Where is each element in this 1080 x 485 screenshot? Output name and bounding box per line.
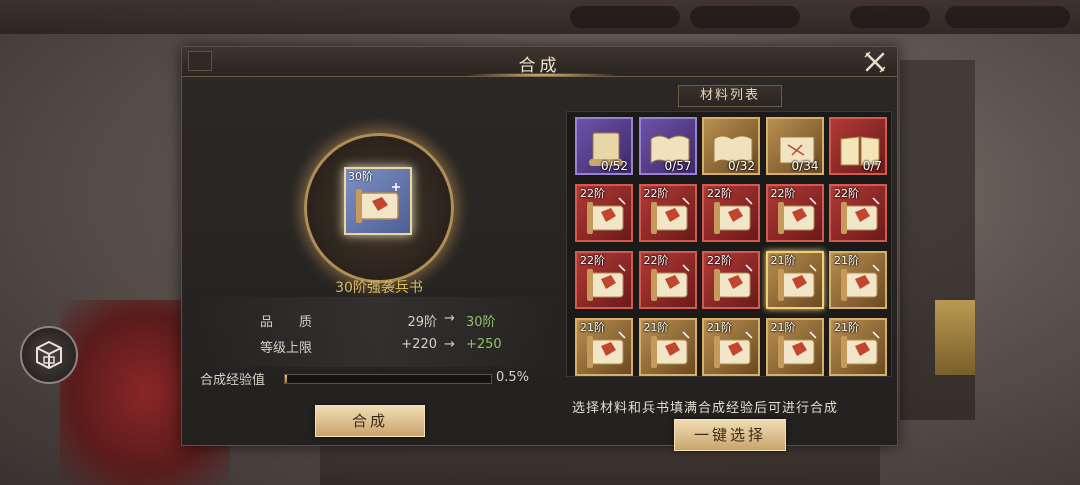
compose-hint: 选择材料和兵书填满合成经验后可进行合成 [572, 401, 839, 416]
material-tier: 21阶 [834, 321, 859, 334]
package-icon [36, 340, 62, 370]
material-tier: 22阶 [580, 254, 605, 267]
resource-pill [690, 6, 800, 28]
arrow-right-icon: → [444, 311, 455, 326]
material-slot[interactable]: 0/52 [575, 117, 633, 175]
stat-row-quality: 品 质 29阶 → 30阶 [192, 311, 562, 335]
material-slot[interactable]: 21阶 [829, 318, 887, 376]
material-slot[interactable]: 22阶 [702, 251, 760, 309]
stat-row-level-cap: 等级上限 +220 → +250 [192, 337, 562, 361]
war-book-icon [777, 197, 817, 234]
material-slot[interactable]: 22阶 [702, 184, 760, 242]
compose-dialog: 合成 30阶 30阶强袭兵书 品 质 29阶 → 30阶 等级上限 +220 →… [181, 46, 898, 451]
side-menu-button[interactable] [20, 326, 78, 384]
war-book-icon [777, 331, 817, 368]
material-slot[interactable]: 22阶 [829, 184, 887, 242]
material-tier: 22阶 [834, 187, 859, 200]
result-item-name: 30阶强袭兵书 [335, 280, 423, 296]
exp-progress-fill [285, 375, 287, 383]
material-tier: 22阶 [707, 254, 732, 267]
material-slot[interactable]: 0/7 [829, 117, 887, 175]
result-item-tier: 30阶 [348, 170, 373, 183]
stat-label: 等级上限 [260, 341, 313, 356]
material-tier: 22阶 [580, 187, 605, 200]
war-book-icon [650, 264, 690, 301]
material-tier: 21阶 [643, 321, 669, 334]
material-count: 0/7 [862, 159, 882, 173]
material-slot[interactable]: 0/32 [702, 117, 760, 175]
resource-pill [850, 6, 930, 28]
material-slot[interactable]: 22阶 [575, 251, 633, 309]
stat-from: +220 [401, 337, 437, 352]
war-book-icon [714, 264, 753, 301]
stat-to: +250 [466, 337, 502, 352]
material-count: 0/32 [728, 159, 755, 173]
material-tier: 22阶 [643, 254, 669, 267]
result-pane: 30阶 30阶强袭兵书 品 质 29阶 → 30阶 等级上限 +220 → +2… [192, 81, 562, 441]
result-item-card[interactable]: 30阶 [344, 167, 412, 235]
material-tier: 21阶 [580, 321, 605, 334]
material-count: 0/57 [664, 159, 692, 173]
stat-from: 29阶 [407, 315, 437, 330]
material-count: 0/34 [791, 159, 819, 173]
background-button [935, 300, 975, 375]
resource-pill [570, 6, 680, 28]
war-book-icon [650, 197, 690, 234]
material-slot[interactable]: 21阶 [829, 251, 887, 309]
material-slot[interactable]: 21阶 [638, 318, 697, 376]
material-slot[interactable]: 21阶 [702, 318, 760, 376]
exp-label: 合成经验值 [200, 373, 266, 388]
material-slot[interactable]: 22阶 [765, 184, 824, 242]
war-book-icon [777, 264, 817, 301]
war-book-icon [587, 197, 626, 234]
material-slot[interactable]: 21阶 [765, 318, 824, 376]
war-book-icon [356, 183, 400, 223]
war-book-icon [841, 197, 880, 234]
tab-material-list[interactable]: 材料列表 [678, 85, 782, 107]
dialog-titlebar: 合成 [182, 47, 897, 77]
auto-select-button[interactable]: 一键选择 [674, 419, 786, 451]
material-tier: 22阶 [643, 187, 669, 200]
stat-label: 品 质 [260, 315, 313, 330]
exp-progress-bar [284, 374, 492, 384]
material-count: 0/52 [601, 159, 628, 173]
material-slot[interactable]: 22阶 [575, 184, 633, 242]
material-slot[interactable]: 21阶 [575, 318, 633, 376]
war-book-icon [714, 197, 753, 234]
material-tier: 21阶 [707, 321, 732, 334]
background-bottom-bar [320, 445, 880, 485]
material-slot[interactable]: 22阶 [638, 184, 697, 242]
material-tier: 22阶 [770, 187, 796, 200]
material-grid: 0/52 0/57 0/32 0/34 0/7 22阶 22阶 22阶 22阶 22阶 22阶 22阶… [566, 111, 892, 377]
material-slot[interactable]: 22阶 [638, 251, 697, 309]
resource-pill [945, 6, 1070, 28]
exp-value: 0.5% [496, 370, 530, 385]
title-glow [462, 73, 622, 77]
war-book-icon [841, 264, 880, 301]
material-tier: 21阶 [834, 254, 859, 267]
material-slot[interactable]: 0/57 [638, 117, 697, 175]
material-tier: 21阶 [770, 254, 796, 267]
material-tier: 22阶 [707, 187, 732, 200]
material-tier: 21阶 [770, 321, 796, 334]
stat-to: 30阶 [466, 315, 496, 330]
stats-panel: 品 质 29阶 → 30阶 等级上限 +220 → +250 [192, 297, 562, 367]
close-icon[interactable] [863, 50, 887, 74]
war-book-icon [587, 331, 626, 368]
material-slot[interactable]: 21阶 [765, 251, 824, 309]
arrow-right-icon: → [444, 337, 455, 352]
compose-button[interactable]: 合成 [315, 405, 425, 437]
war-book-icon [841, 331, 880, 368]
war-book-icon [587, 264, 626, 301]
material-slot[interactable]: 0/34 [765, 117, 824, 175]
war-book-icon [714, 331, 753, 368]
war-book-icon [650, 331, 690, 368]
materials-pane: 材料列表 0/52 0/57 0/32 0/34 0/7 22阶 22阶 22阶 22阶 22阶 2… [566, 81, 892, 451]
